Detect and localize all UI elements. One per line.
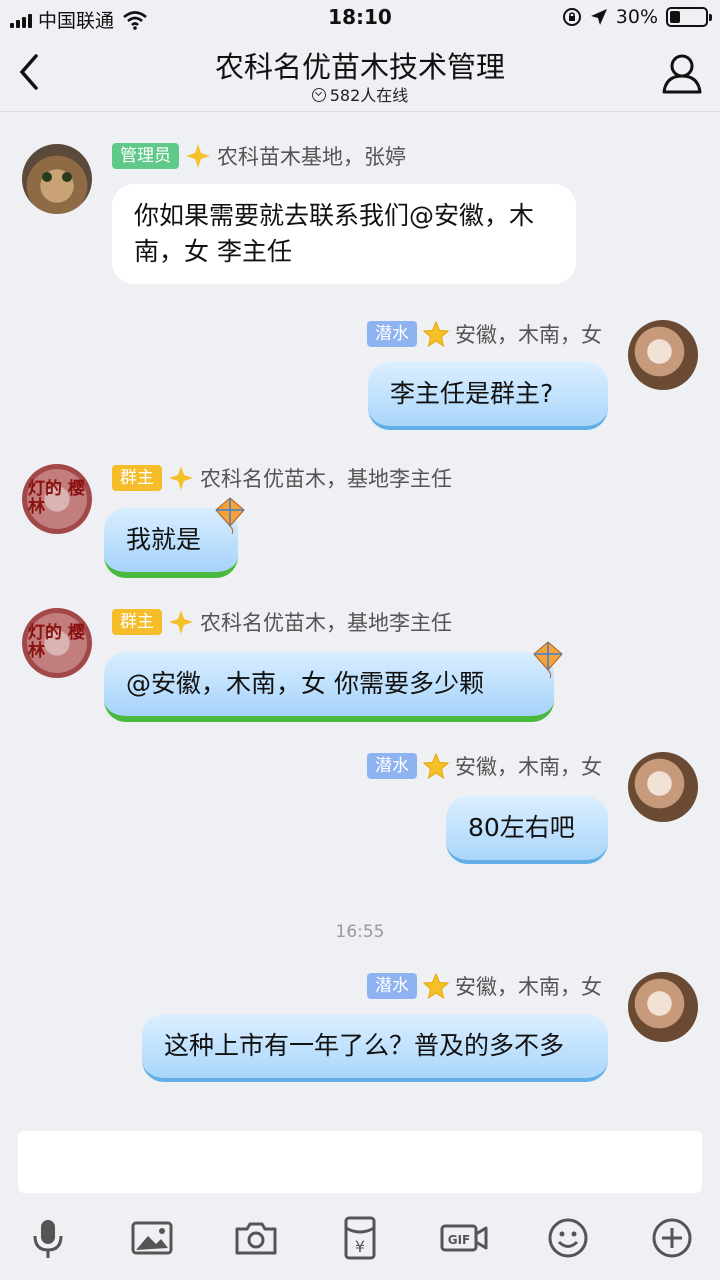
diamond-star-icon (169, 610, 193, 634)
avatar[interactable] (628, 972, 698, 1042)
message-bubble[interactable]: 李主任是群主? (368, 362, 608, 430)
group-profile-icon[interactable] (660, 52, 704, 94)
svg-text:GIF: GIF (448, 1233, 471, 1247)
message-meta: 管理员 农科苗木基地，张婷 (112, 140, 406, 172)
page-title: 农科名优苗木技术管理 (214, 50, 505, 84)
owner-badge: 群主 (112, 609, 162, 635)
avatar[interactable]: 灯的 樱林 (22, 464, 92, 534)
avatar[interactable]: 灯的 樱林 (22, 608, 92, 678)
sender-name: 农科名优苗木，基地李主任 (200, 467, 452, 491)
avatar[interactable] (628, 752, 698, 822)
kite-icon (215, 497, 245, 535)
message-meta: 群主 农科名优苗木，基地李主任 (112, 462, 452, 494)
timestamp: 16:55 (335, 922, 385, 942)
chevron-down-icon (311, 88, 326, 102)
red-packet-icon[interactable]: ¥ (336, 1214, 384, 1262)
battery-icon (666, 7, 712, 27)
owner-badge: 群主 (112, 465, 162, 491)
voice-icon[interactable] (24, 1214, 72, 1262)
message-bubble[interactable]: 80左右吧 (446, 796, 608, 864)
diamond-star-icon (186, 144, 210, 168)
diamond-star-icon (169, 466, 193, 490)
kite-icon (533, 641, 563, 679)
sender-name: 安徽，木南，女 (455, 323, 602, 347)
chat-header: 农科名优苗木技术管理 582人在线 (0, 36, 720, 112)
sender-name: 安徽，木南，女 (455, 755, 602, 779)
camera-icon[interactable] (232, 1214, 280, 1262)
lurker-badge: 潜水 (367, 321, 417, 347)
lurker-badge: 潜水 (367, 753, 417, 779)
gif-icon[interactable]: GIF (440, 1214, 488, 1262)
message-meta: 潜水 安徽，木南，女 (367, 318, 602, 350)
plus-icon[interactable] (648, 1214, 696, 1262)
message-bubble[interactable]: 你如果需要就去联系我们@安徽，木南，女 李主任 (112, 184, 576, 284)
sender-name: 安徽，木南，女 (455, 975, 602, 999)
input-toolbar: ¥ GIF (0, 1200, 720, 1280)
message-meta: 潜水 安徽，木南，女 (367, 970, 602, 1002)
rotation-lock-icon (562, 8, 581, 26)
emoji-icon[interactable] (544, 1214, 592, 1262)
status-bar: 中国联通 18:10 30% (0, 0, 720, 36)
star-icon (423, 973, 449, 999)
avatar[interactable] (628, 320, 698, 390)
battery-percent: 30% (615, 6, 658, 28)
star-icon (423, 321, 449, 347)
online-count[interactable]: 582人在线 (0, 82, 720, 106)
sender-name: 农科苗木基地，张婷 (217, 145, 406, 169)
message-meta: 潜水 安徽，木南，女 (367, 750, 602, 782)
location-icon (590, 9, 607, 25)
avatar[interactable] (22, 144, 92, 214)
star-icon (423, 753, 449, 779)
message-input[interactable] (18, 1131, 702, 1193)
svg-text:¥: ¥ (355, 1237, 365, 1256)
message-bubble[interactable]: @安徽，木南，女 你需要多少颗 (104, 652, 554, 722)
lurker-badge: 潜水 (367, 973, 417, 999)
message-bubble[interactable]: 这种上市有一年了么？普及的多不多 (142, 1014, 608, 1082)
sender-name: 农科名优苗木，基地李主任 (200, 611, 452, 635)
admin-badge: 管理员 (112, 143, 179, 169)
message-meta: 群主 农科名优苗木，基地李主任 (112, 606, 452, 638)
image-icon[interactable] (128, 1214, 176, 1262)
